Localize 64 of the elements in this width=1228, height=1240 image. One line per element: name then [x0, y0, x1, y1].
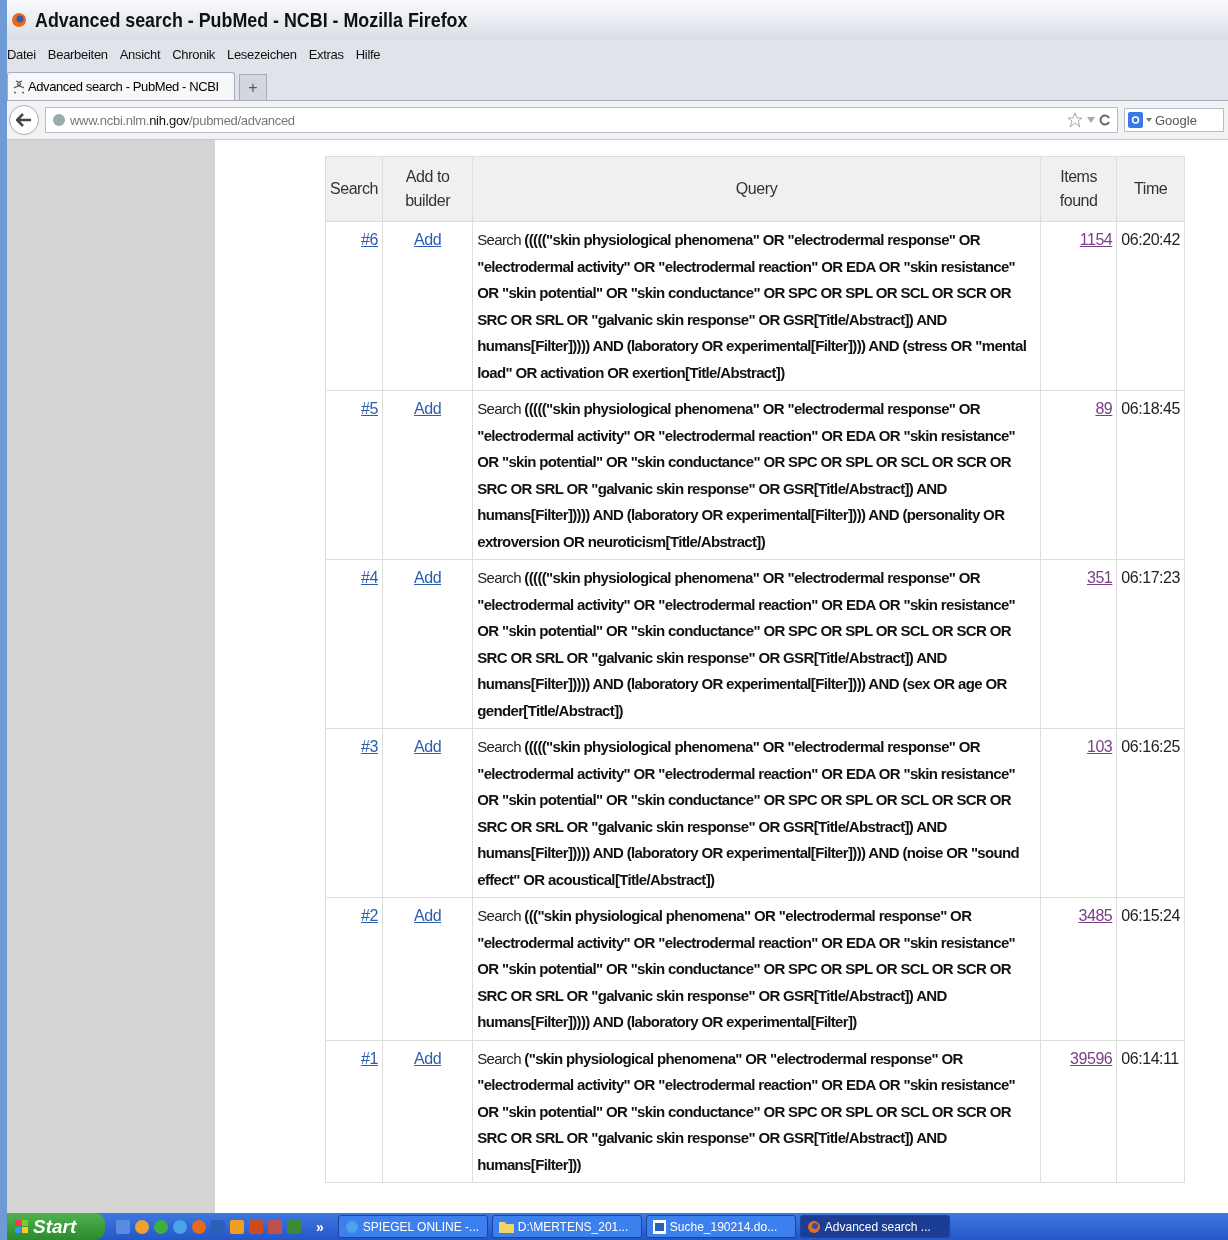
time-text: 06:18:45: [1121, 400, 1180, 417]
time-text: 06:20:42: [1121, 231, 1180, 248]
query-text: Search ((((("skin physiological phenomena" OR "electrodermal response" OR "electrodermal activity" OR "electrodermal reaction" OR EDA OR "skin resistance" OR "skin potential" OR "skin conductance" OR SPC OR SPL OR SCL OR SCR OR SRC OR SRL OR "galvanic skin response" OR GSR[Title/Abstract]) AND humans[Filter])))) AND (laboratory OR experimental[Filter]))) AND (stress OR "mental load" OR activation OR exertion[Title/Abstract]): [477, 231, 1027, 381]
search-number-link[interactable]: #1: [361, 1049, 378, 1067]
items-found-link[interactable]: 351: [1086, 569, 1113, 586]
items-found-link[interactable]: 39596: [1070, 1049, 1113, 1067]
windows-logo-icon: [15, 1219, 29, 1234]
menu-item[interactable]: Extras: [308, 46, 344, 62]
search-number-link[interactable]: #4: [361, 569, 378, 586]
star-icon[interactable]: [1067, 112, 1083, 128]
add-link[interactable]: Add: [414, 569, 442, 586]
column-header: Items found: [1040, 156, 1117, 222]
start-button[interactable]: Start: [7, 1213, 105, 1240]
time-text: 06:16:25: [1121, 738, 1180, 755]
dropdown-icon[interactable]: [1087, 117, 1095, 123]
overflow-chevron[interactable]: »: [312, 1218, 334, 1235]
query-text: Search ((((("skin physiological phenomena" OR "electrodermal response" OR "electrodermal activity" OR "electrodermal reaction" OR EDA OR "skin resistance" OR "skin potential" OR "skin conductance" OR SPC OR SPL OR SCL OR SCR OR SRC OR SRL OR "galvanic skin response" OR GSR[Title/Abstract]) AND humans[Filter])))) AND (laboratory OR experimental[Filter]))) AND (sex OR age OR gender[Title/Abstract]): [477, 569, 1016, 719]
items-found-link[interactable]: 1154: [1079, 231, 1113, 248]
window-title: Advanced search - PubMed - NCBI - Mozilla Firefox: [35, 8, 468, 32]
browser-tab[interactable]: Advanced search - PubMed - NCBI: [7, 72, 235, 100]
column-header: Search: [325, 156, 383, 222]
document-icon: [652, 1219, 666, 1234]
taskbar-button[interactable]: Advanced search ...: [799, 1215, 950, 1238]
menu-item[interactable]: Chronik: [172, 46, 215, 62]
menu-item[interactable]: Bearbeiten: [47, 46, 108, 62]
query-text: Search ((((("skin physiological phenomena" OR "electrodermal response" OR "electrodermal activity" OR "electrodermal reaction" OR EDA OR "skin resistance" OR "skin potential" OR "skin conductance" OR SPC OR SPL OR SCL OR SCR OR SRC OR SRL OR "galvanic skin response" OR GSR[Title/Abstract]) AND humans[Filter])))) AND (laboratory OR experimental[Filter]))) AND (noise OR "sound effect" OR acoustical[Title/Abstract]): [477, 738, 1020, 888]
menu-item[interactable]: Datei: [7, 46, 36, 62]
menu-item[interactable]: Lesezeichen: [227, 46, 297, 62]
column-header: Query: [472, 156, 1041, 222]
time-text: 06:17:23: [1121, 569, 1180, 586]
back-button[interactable]: [9, 105, 39, 135]
add-link[interactable]: Add: [414, 907, 442, 924]
query-text: Search ((("skin physiological phenomena" OR "electrodermal response" OR "electrodermal activity" OR "electrodermal reaction" OR EDA OR "skin resistance" OR "skin potential" OR "skin conductance" OR SPC OR SPL OR SCL OR SCR OR SRC OR SRL OR "galvanic skin response" OR GSR[Title/Abstract]) AND humans[Filter])))) AND (laboratory OR experimental[Filter]): [477, 907, 1016, 1030]
back-arrow-icon: [16, 113, 32, 127]
query-text: Search ((((("skin physiological phenomena" OR "electrodermal response" OR "electrodermal activity" OR "electrodermal reaction" OR EDA OR "skin resistance" OR "skin potential" OR "skin conductance" OR SPC OR SPL OR SCL OR SCR OR SRC OR SRL OR "galvanic skin response" OR GSR[Title/Abstract]) AND humans[Filter])))) AND (laboratory OR experimental[Filter]))) AND (personality OR extroversion OR neuroticism[Title/Abstract]): [477, 400, 1016, 550]
query-text: Search ("skin physiological phenomena" OR "electrodermal response" OR "electrodermal activity" OR "electrodermal reaction" OR EDA OR "skin resistance" OR "skin potential" OR "skin conductance" OR SPC OR SPL OR SCL OR SCR OR SRC OR SRL OR "galvanic skin response" OR GSR[Title/Abstract]) AND humans[Filter])): [477, 1049, 1016, 1173]
search-number-link[interactable]: #2: [361, 907, 378, 924]
reload-icon[interactable]: [1099, 114, 1111, 126]
column-header: Add to builder: [382, 156, 473, 222]
add-link[interactable]: Add: [414, 1049, 442, 1067]
time-text: 06:14:11: [1121, 1049, 1179, 1067]
search-number-link[interactable]: #6: [361, 231, 378, 248]
taskbar-button[interactable]: D:\MERTENS_201...: [491, 1215, 642, 1238]
items-found-link[interactable]: 89: [1095, 400, 1113, 417]
items-found-link[interactable]: 3485: [1078, 907, 1113, 924]
search-number-link[interactable]: #3: [361, 738, 378, 755]
search-number-link[interactable]: #5: [361, 400, 378, 417]
taskbar-button[interactable]: SPIEGEL ONLINE -...: [337, 1215, 488, 1238]
menu-item[interactable]: Hilfe: [355, 46, 381, 62]
add-link[interactable]: Add: [414, 231, 442, 248]
google-icon: [1128, 112, 1143, 128]
add-link[interactable]: Add: [414, 738, 442, 755]
items-found-link[interactable]: 103: [1086, 738, 1113, 755]
folder-icon: [498, 1220, 514, 1233]
address-field[interactable]: www.ncbi.nlm.nih.gov/pubmed/advanced: [45, 107, 1118, 133]
dropdown-icon: [1146, 118, 1152, 122]
menu-item[interactable]: Ansicht: [119, 46, 161, 62]
add-link[interactable]: Add: [414, 400, 442, 417]
time-text: 06:15:24: [1121, 907, 1180, 924]
url-text: www.ncbi.nlm.nih.gov/pubmed/advanced: [70, 112, 295, 128]
search-box[interactable]: Google: [1124, 108, 1224, 132]
taskbar-button[interactable]: Suche_190214.do...: [645, 1215, 796, 1238]
new-tab-button[interactable]: +: [239, 74, 267, 100]
column-header: Time: [1116, 156, 1185, 222]
